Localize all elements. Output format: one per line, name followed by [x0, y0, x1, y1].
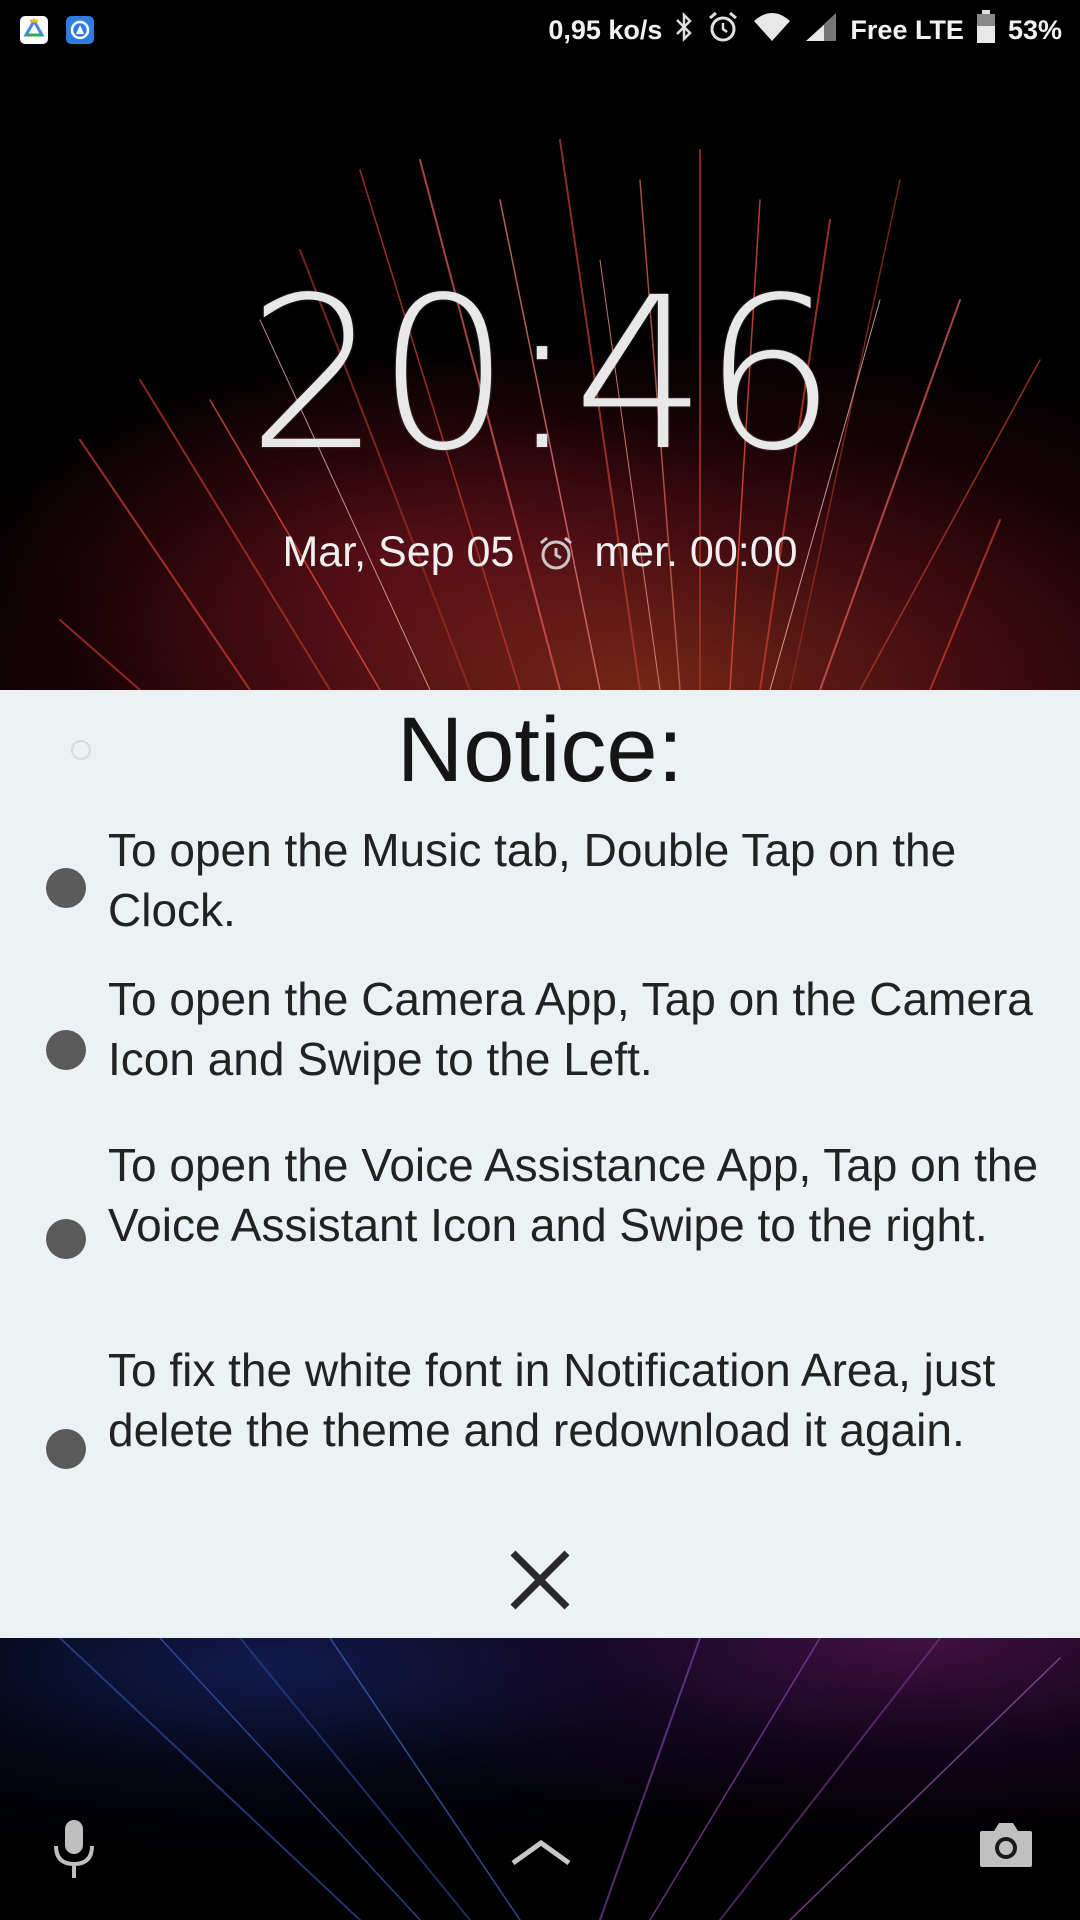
- google-drive-icon: [20, 16, 48, 44]
- close-icon: [510, 1550, 570, 1610]
- voice-assistant-shortcut[interactable]: [44, 1814, 104, 1884]
- chevron-up-icon: [511, 1839, 571, 1866]
- battery-icon: [976, 9, 996, 51]
- bullet-icon: [46, 1030, 86, 1070]
- notice-title: Notice:: [396, 699, 684, 801]
- status-bar: 0,95 ko/s Free LTE 53%: [0, 0, 1080, 60]
- carrier-label: Free LTE: [850, 14, 964, 45]
- notice-item-text: To open the Camera App, Tap on the Camer…: [108, 973, 1033, 1085]
- network-speed: 0,95 ko/s: [548, 14, 663, 45]
- camera-shortcut[interactable]: [976, 1814, 1036, 1874]
- clock[interactable]: 20:46: [0, 270, 1080, 480]
- bullet-icon: [46, 1219, 86, 1259]
- notice-item-text: To fix the white font in Notification Ar…: [108, 1344, 996, 1456]
- unlock-chevron[interactable]: [506, 1832, 576, 1872]
- alarm-icon: [536, 533, 576, 573]
- notice-item-text: To open the Voice Assistance App, Tap on…: [108, 1139, 1039, 1251]
- cell-signal-icon: [804, 11, 838, 50]
- camera-icon: [980, 1823, 1032, 1867]
- alarm-icon: [706, 10, 740, 51]
- battery-percent: 53%: [1007, 14, 1062, 45]
- bullet-icon: [46, 1429, 86, 1469]
- lock-screen: 0,95 ko/s Free LTE 53% 20:46 Mar, Sep 05…: [0, 0, 1080, 1920]
- date-alarm-row: Mar, Sep 05 mer. 00:00: [0, 528, 1080, 577]
- wallpaper-streaks-bottom: [59, 1638, 1061, 1920]
- date-label: Mar, Sep 05: [282, 528, 515, 576]
- wifi-icon: [752, 11, 792, 50]
- microphone-icon: [54, 1820, 94, 1878]
- bullet-icon: [46, 868, 86, 908]
- next-alarm-label: mer. 00:00: [594, 528, 798, 576]
- bluetooth-icon: [674, 11, 694, 50]
- app-drawer-icon: [66, 16, 94, 44]
- close-button[interactable]: [500, 1540, 580, 1620]
- notice-item-text: To open the Music tab, Double Tap on the…: [108, 824, 957, 936]
